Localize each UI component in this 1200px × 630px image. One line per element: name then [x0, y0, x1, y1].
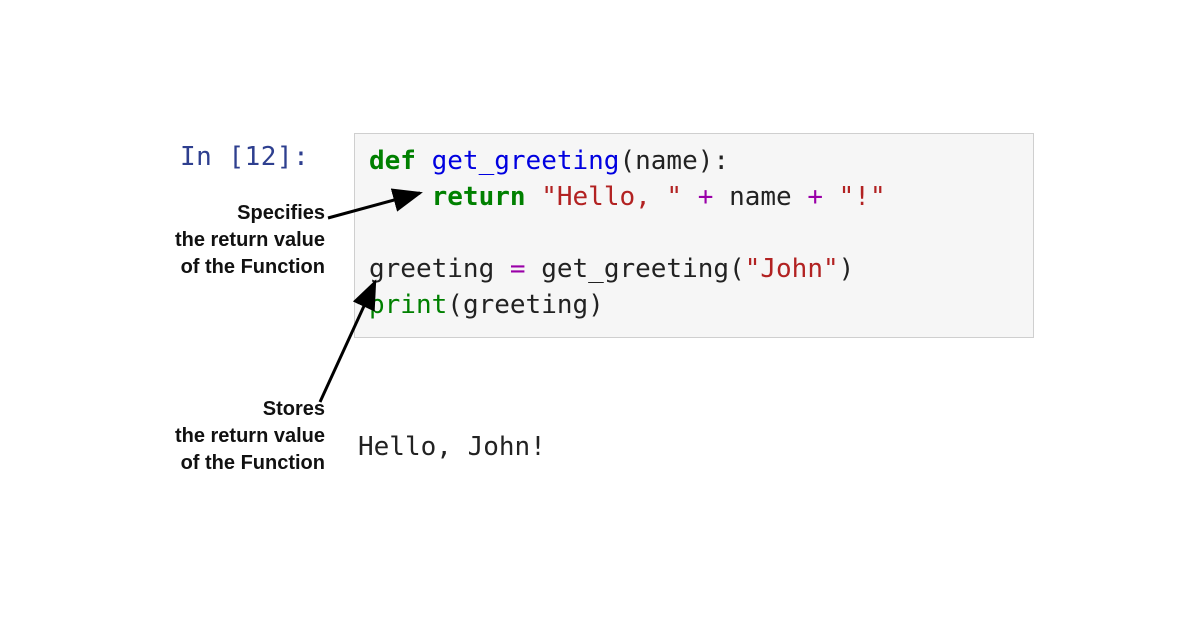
op-plus-2: + — [792, 182, 839, 212]
lparen: ( — [619, 146, 635, 176]
annotation-line: of the Function — [105, 450, 325, 477]
colon: : — [713, 146, 729, 176]
code-cell: def get_greeting(name): return "Hello, "… — [354, 133, 1034, 338]
rparen-2: ) — [839, 254, 855, 284]
call-print: print — [369, 290, 447, 320]
var-greeting: greeting — [369, 254, 494, 284]
annotation-line: Specifies — [105, 200, 325, 227]
kw-def: def — [369, 146, 416, 176]
kw-return: return — [432, 182, 526, 212]
annotation-line: of the Function — [105, 254, 325, 281]
fn-name: get_greeting — [432, 146, 620, 176]
annotation-line: Stores — [105, 396, 325, 423]
call-name: get_greeting — [541, 254, 729, 284]
figure-root: In [12]: def get_greeting(name): return … — [0, 0, 1200, 630]
str-john: "John" — [745, 254, 839, 284]
str-hello: "Hello, " — [541, 182, 682, 212]
annotation-line: the return value — [105, 227, 325, 254]
rparen: ) — [698, 146, 714, 176]
op-plus-1: + — [682, 182, 729, 212]
arg-greeting: greeting — [463, 290, 588, 320]
cell-prompt: In [12]: — [180, 142, 309, 172]
var-name: name — [729, 182, 792, 212]
code-block: def get_greeting(name): return "Hello, "… — [369, 144, 1019, 323]
op-eq: = — [494, 254, 541, 284]
str-bang: "!" — [839, 182, 886, 212]
param-name: name — [635, 146, 698, 176]
annotation-specifies: Specifies the return value of the Functi… — [105, 200, 325, 281]
lparen-2: ( — [729, 254, 745, 284]
annotation-stores: Stores the return value of the Function — [105, 396, 325, 477]
lparen-3: ( — [447, 290, 463, 320]
indent — [369, 182, 432, 212]
annotation-line: the return value — [105, 423, 325, 450]
cell-output: Hello, John! — [358, 432, 546, 462]
rparen-3: ) — [588, 290, 604, 320]
